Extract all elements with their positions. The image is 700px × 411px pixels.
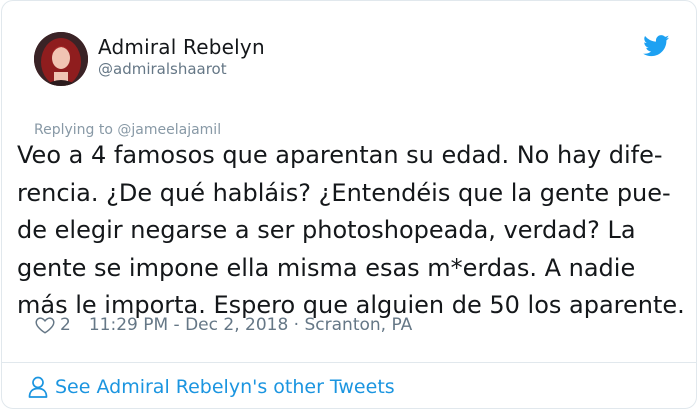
replying-to: Replying to @jameelajamil — [34, 122, 221, 138]
tweet-timestamp[interactable]: 11:29 PM - Dec 2, 2018 — [89, 315, 288, 335]
tweet-card: Admiral Rebelyn @admiralshaarot Replying… — [1, 0, 697, 409]
like-count[interactable]: 2 — [60, 315, 71, 335]
tweet-text: Veo a 4 famosos que aparentan su edad. N… — [17, 137, 692, 325]
twitter-bird-icon[interactable] — [643, 35, 670, 57]
tweet-text-line: Veo a 4 famosos que aparentan su edad. N… — [17, 141, 663, 169]
divider — [2, 362, 696, 363]
tweet-location[interactable]: Scranton, PA — [305, 315, 413, 335]
person-icon — [28, 376, 48, 398]
replying-to-mention[interactable]: @jameelajamil — [117, 122, 221, 138]
other-tweets-link[interactable]: See Admiral Rebelyn's other Tweets — [28, 374, 395, 400]
tweet-text-line: de elegir negarse a ser photoshopeada, v… — [17, 216, 636, 244]
meta-separator: · — [288, 315, 305, 335]
other-tweets-label[interactable]: See Admiral Rebelyn's other Tweets — [55, 376, 395, 398]
author-handle[interactable]: @admiralshaarot — [98, 60, 227, 78]
avatar[interactable] — [34, 32, 88, 86]
replying-prefix: Replying to — [34, 122, 118, 138]
tweet-meta: 2 11:29 PM - Dec 2, 2018 · Scranton, PA — [34, 314, 412, 336]
author-display-name[interactable]: Admiral Rebelyn — [98, 35, 265, 59]
tweet-text-line: rencia. ¿De qué habláis? ¿Entendéis que … — [17, 178, 671, 207]
heart-icon[interactable] — [34, 314, 56, 336]
tweet-text-line: gente se impone ella misma esas m*erdas.… — [17, 253, 636, 282]
